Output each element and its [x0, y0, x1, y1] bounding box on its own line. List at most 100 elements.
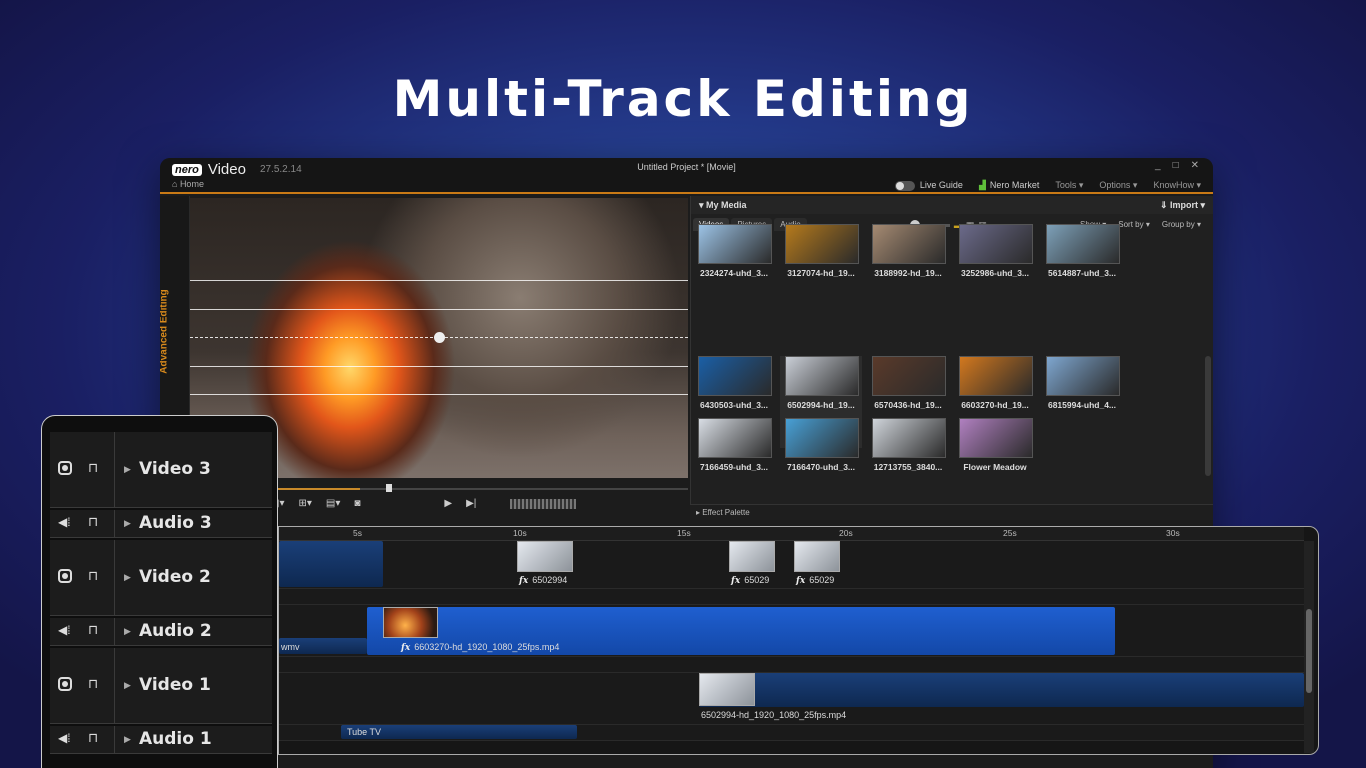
fit-icon[interactable]: ⊞▾ [298, 498, 311, 509]
clip-thumbnail[interactable] [517, 541, 573, 572]
next-frame-icon[interactable]: ▶| [466, 498, 476, 509]
time-ruler[interactable]: 5s 10s 15s 20s 25s 30s [279, 527, 1304, 541]
close-icon[interactable]: ✕ [1191, 160, 1199, 171]
track-header-audio-3[interactable]: ◀⁞ ⊓ ▶ Audio 3 [50, 510, 272, 538]
clip-name: 65029 [744, 575, 770, 585]
media-item[interactable]: 3127074-hd_19... [780, 224, 862, 316]
lock-icon[interactable]: ⊓ [88, 514, 98, 530]
lock-icon[interactable]: ⊓ [88, 460, 98, 476]
lock-icon[interactable]: ⊓ [88, 568, 98, 584]
project-title: Untitled Project * [Movie] [637, 162, 736, 172]
clip-name: 65029 [809, 575, 835, 585]
guide-line [190, 394, 688, 395]
track-audio-2[interactable] [279, 657, 1304, 673]
track-video-3[interactable]: fx 6502994 fx 65029 fx 65029 [279, 541, 1304, 589]
track-header-video-1[interactable]: ⊓ ▶ Video 1 [50, 648, 272, 724]
nero-market-button[interactable]: ▟ Nero Market [979, 180, 1039, 191]
media-item[interactable]: 7166459-uhd_3... [693, 418, 775, 510]
top-menu: Live Guide ▟ Nero Market Tools ▾ Options … [894, 180, 1201, 191]
maximize-icon[interactable]: □ [1173, 160, 1179, 171]
my-media-title[interactable]: ▾ My Media [699, 200, 747, 211]
expand-icon[interactable]: ▶ [124, 626, 131, 637]
speaker-icon[interactable]: ◀⁞ [58, 515, 71, 529]
clip[interactable] [699, 673, 1304, 707]
media-item[interactable]: 12713755_3840... [867, 418, 949, 510]
media-thumbnail [698, 224, 772, 264]
record-visibility-icon[interactable] [58, 461, 72, 478]
preview-controls: ▣▾ ⊞▾ ▤▾ ◙ ▶ ▶| [270, 498, 577, 509]
track-header-video-2[interactable]: ⊓ ▶ Video 2 [50, 540, 272, 616]
ruler-tick-label: 10s [513, 528, 527, 538]
play-icon[interactable]: ▶ [444, 498, 452, 509]
home-link[interactable]: ⌂ Home [172, 179, 204, 189]
media-item[interactable]: 7166470-uhd_3... [780, 418, 862, 510]
track-audio-3[interactable] [279, 589, 1304, 605]
lock-icon[interactable]: ⊓ [88, 730, 98, 746]
clip-thumbnail[interactable] [383, 607, 438, 638]
track-video-1[interactable]: 6502994-hd_1920_1080_25fps.mp4 [279, 673, 1304, 725]
track-name: Video 2 [139, 567, 211, 587]
media-item[interactable]: 3252986-uhd_3... [954, 224, 1036, 316]
speaker-icon[interactable]: ◀⁞ [58, 731, 71, 745]
expand-icon[interactable]: ▶ [124, 680, 131, 691]
live-guide-toggle[interactable]: Live Guide [894, 180, 963, 191]
timeline-scrollbar[interactable] [1304, 541, 1314, 753]
media-item[interactable]: Flower Meadow [954, 418, 1036, 510]
clip-thumbnail[interactable] [729, 541, 775, 572]
track-name: Audio 3 [139, 513, 212, 533]
clip-label: fx 6502994 [519, 575, 567, 586]
hero-title: Multi-Track Editing [392, 70, 974, 128]
snapshot-icon[interactable]: ◙ [354, 498, 360, 509]
effect-palette[interactable]: ▸ Effect Palette [690, 504, 1213, 520]
record-visibility-icon[interactable] [58, 569, 72, 586]
expand-icon[interactable]: ▶ [124, 572, 131, 583]
speaker-icon[interactable]: ◀⁞ [58, 623, 71, 637]
media-thumbnail [698, 356, 772, 396]
expand-icon[interactable]: ▶ [124, 518, 131, 529]
guide-handle[interactable] [434, 332, 445, 343]
scrollbar-thumb[interactable] [1306, 609, 1312, 693]
clip[interactable] [279, 541, 383, 587]
media-item-label: 6570436-hd_19... [874, 400, 942, 410]
tools-menu[interactable]: Tools ▾ [1055, 180, 1083, 191]
clip-label: 6502994-hd_1920_1080_25fps.mp4 [701, 710, 847, 720]
track-audio-1[interactable]: Tube TV [279, 725, 1304, 741]
expand-icon[interactable]: ▶ [124, 464, 131, 475]
track-video-2[interactable]: wmv fx 6603270-hd_1920_1080_25fps.mp4 [279, 605, 1304, 657]
media-thumbnail [785, 418, 859, 458]
options-menu[interactable]: Options ▾ [1099, 180, 1137, 191]
record-visibility-icon[interactable] [58, 677, 72, 694]
clip-label: Tube TV [347, 727, 382, 737]
media-item[interactable]: 6815994-uhd_4... [1041, 356, 1123, 448]
knowhow-menu[interactable]: KnowHow ▾ [1153, 180, 1201, 191]
ruler-tick-label: 30s [1166, 528, 1180, 538]
media-item-label: 6815994-uhd_4... [1047, 400, 1117, 410]
divider [114, 618, 115, 645]
media-scrollbar[interactable] [1205, 356, 1211, 476]
media-thumbnail [872, 356, 946, 396]
import-button[interactable]: ⇓ Import ▾ [1160, 200, 1205, 211]
minimize-icon[interactable]: _ [1155, 160, 1161, 171]
fx-icon: fx [731, 576, 741, 586]
clip-thumbnail[interactable] [794, 541, 840, 572]
media-item-label: 5614887-uhd_3... [1047, 268, 1117, 278]
aspect-icon[interactable]: ▤▾ [326, 498, 340, 509]
media-item[interactable]: 5614887-uhd_3... [1041, 224, 1123, 316]
media-item[interactable]: 3188992-hd_19... [867, 224, 949, 316]
track-header-audio-1[interactable]: ◀⁞ ⊓ ▶ Audio 1 [50, 726, 272, 754]
track-header-video-3[interactable]: ⊓ ▶ Video 3 [50, 432, 272, 508]
media-item[interactable]: 2324274-uhd_3... [693, 224, 775, 316]
track-header-audio-2[interactable]: ◀⁞ ⊓ ▶ Audio 2 [50, 618, 272, 646]
lock-icon[interactable]: ⊓ [88, 676, 98, 692]
media-panel: ▾ My Media ⇓ Import ▾ Videos Pictures Au… [690, 196, 1213, 506]
lock-icon[interactable]: ⊓ [88, 622, 98, 638]
group-by-menu[interactable]: Group by ▾ [1162, 220, 1201, 229]
media-thumbnail [785, 224, 859, 264]
track-headers-panel: ⊓ ▶ Video 3 ◀⁞ ⊓ ▶ Audio 3 ⊓ ▶ Video 2 ◀⁞ ⊓ ▶ Audio 2… [41, 415, 278, 768]
advanced-editing-tab[interactable]: Advanced Editing [160, 289, 170, 373]
expand-icon[interactable]: ▶ [124, 734, 131, 745]
jog-wheel[interactable] [510, 498, 577, 509]
clip-thumbnail[interactable] [699, 673, 755, 706]
scrubber-handle[interactable] [386, 484, 392, 492]
ruler-tick-label: 15s [677, 528, 691, 538]
